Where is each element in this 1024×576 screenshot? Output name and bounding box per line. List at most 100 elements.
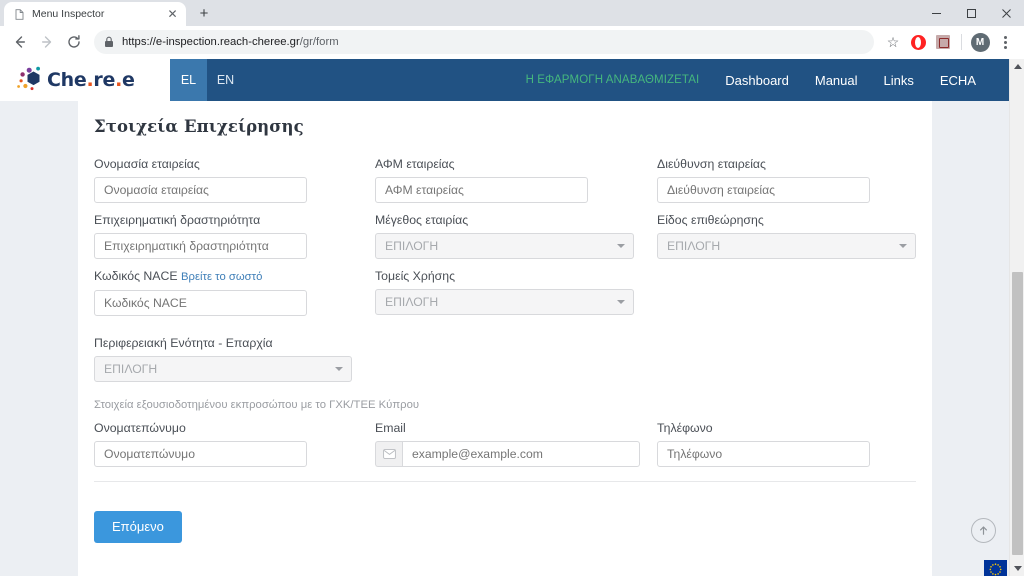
chevron-down-icon (617, 300, 625, 304)
main-nav: Η ΕΦΑΡΜΟΓΗ ΑΝΑΒΑΘΜΙΖΕΤΑΙ Dashboard Manua… (244, 59, 1009, 101)
lang-en[interactable]: EN (207, 59, 244, 101)
browser-tab[interactable]: Menu Inspector ✕ (4, 2, 186, 26)
region-select[interactable]: ΕΠΙΛΟΓΗ (94, 356, 352, 382)
selected-value: ΕΠΙΛΟΓΗ (104, 362, 158, 376)
representative-note: Στοιχεία εξουσιοδοτημένου εκπροσώπου με … (94, 399, 794, 411)
chevron-down-icon (617, 244, 625, 248)
page-scrollbar[interactable] (1009, 59, 1024, 576)
field-label: Κωδικός NACE Βρείτε το σωστό (94, 268, 307, 285)
nace-helper-link[interactable]: Βρείτε το σωστό (181, 271, 262, 283)
field-rep-phone: Τηλέφωνο (657, 420, 870, 467)
page-title: Στοιχεία Επιχείρησης (94, 117, 304, 136)
representative-note-text: Στοιχεία εξουσιοδοτημένου εκπροσώπου με … (94, 399, 420, 411)
chevron-down-icon (335, 367, 343, 371)
url-origin: https://e-inspection.reach-cheree.gr (122, 36, 300, 48)
brand-area: Che.re.e (0, 59, 170, 101)
profile-initial: M (970, 32, 990, 52)
app-header: Che.re.e EL EN Η ΕΦΑΡΜΟΓΗ ΑΝΑΒΑΘΜΙΖΕΤΑΙ … (0, 59, 1009, 101)
close-icon[interactable]: ✕ (166, 7, 179, 21)
envelope-icon (375, 441, 402, 467)
scrollbar-thumb[interactable] (1012, 272, 1023, 555)
logo-part-2: re (93, 69, 116, 91)
field-region: Περιφερειακή Ενότητα - Επαρχία ΕΠΙΛΟΓΗ (94, 335, 352, 382)
field-company-vat: ΑΦΜ εταιρείας (375, 156, 588, 203)
opera-extension-icon[interactable] (906, 30, 930, 54)
toolbar-divider (961, 34, 962, 50)
browser-toolbar: https://e-inspection.reach-cheree.gr/gr/… (0, 26, 1024, 59)
scroll-down-arrow-icon[interactable] (1010, 561, 1024, 576)
pdf-extension-icon[interactable] (931, 30, 955, 54)
site-logo[interactable]: Che.re.e (16, 66, 135, 94)
field-nace-code: Κωδικός NACE Βρείτε το σωστό (94, 268, 307, 316)
field-label: Επιχειρηματική δραστηριότητα (94, 213, 261, 227)
rep-phone-input[interactable] (657, 441, 870, 467)
selected-value: ΕΠΙΛΟΓΗ (385, 239, 439, 253)
three-dot-menu-icon[interactable] (993, 30, 1017, 54)
nav-link-manual[interactable]: Manual (815, 73, 858, 88)
lang-el[interactable]: EL (170, 59, 207, 101)
nav-link-dashboard[interactable]: Dashboard (725, 73, 789, 88)
company-address-input[interactable] (657, 177, 870, 203)
nav-link-echa[interactable]: ECHA (940, 73, 976, 88)
rep-fullname-input[interactable] (94, 441, 307, 467)
arrow-up-icon (977, 524, 990, 537)
use-sectors-select[interactable]: ΕΠΙΛΟΓΗ (375, 289, 634, 315)
chevron-down-icon (899, 244, 907, 248)
tab-strip: Menu Inspector ✕ + (0, 0, 1024, 26)
page-viewport: Che.re.e EL EN Η ΕΦΑΡΜΟΓΗ ΑΝΑΒΑΘΜΙΖΕΤΑΙ … (0, 59, 1024, 576)
molecule-hexagon-logo-icon (16, 66, 46, 94)
scroll-up-arrow-icon[interactable] (1010, 59, 1024, 74)
field-company-address: Διεύθυνση εταιρείας (657, 156, 870, 203)
form-card: Στοιχεία Επιχείρησης Ονομασία εταιρείας … (78, 101, 932, 576)
next-button[interactable]: Επόμενο (94, 511, 182, 543)
back-arrow-icon[interactable] (7, 29, 33, 55)
address-bar[interactable]: https://e-inspection.reach-cheree.gr/gr/… (94, 30, 874, 54)
field-label: Διεύθυνση εταιρείας (657, 157, 766, 171)
field-label: Ονοματεπώνυμο (94, 421, 186, 435)
maximize-icon[interactable] (954, 0, 989, 26)
scroll-to-top-button[interactable] (971, 518, 996, 543)
minimize-icon[interactable] (919, 0, 954, 26)
form-grid: Ονομασία εταιρείας ΑΦΜ εταιρείας Διεύθυν… (94, 156, 916, 556)
url-path: /gr/form (299, 36, 339, 48)
browser-window: Menu Inspector ✕ + https://e-inspection.… (0, 0, 1024, 576)
nace-label-text: Κωδικός NACE (94, 269, 178, 283)
rep-email-input[interactable] (402, 441, 640, 467)
avatar[interactable]: M (968, 30, 992, 54)
company-size-select[interactable]: ΕΠΙΛΟΓΗ (375, 233, 634, 259)
field-label: Τομείς Χρήσης (375, 269, 456, 283)
window-close-icon[interactable] (989, 0, 1024, 26)
field-use-sectors: Τομείς Χρήσης ΕΠΙΛΟΓΗ (375, 268, 634, 315)
lock-icon (104, 36, 114, 48)
tab-title: Menu Inspector (32, 8, 105, 20)
selected-value: ΕΠΙΛΟΓΗ (385, 295, 439, 309)
business-activity-input[interactable] (94, 233, 307, 259)
page-icon (14, 8, 25, 20)
company-name-input[interactable] (94, 177, 307, 203)
field-label: Μέγεθος εταιρίας (375, 213, 469, 227)
field-label: Περιφερειακή Ενότητα - Επαρχία (94, 336, 273, 350)
new-tab-button[interactable]: + (193, 3, 215, 25)
logo-part-3: e (121, 69, 135, 91)
field-company-name: Ονομασία εταιρείας (94, 156, 307, 203)
language-switcher: EL EN (170, 59, 244, 101)
logo-part-1: Che (47, 69, 87, 91)
upgrade-notice: Η ΕΦΑΡΜΟΓΗ ΑΝΑΒΑΘΜΙΖΕΤΑΙ (525, 74, 700, 86)
inspection-type-select[interactable]: ΕΠΙΛΟΓΗ (657, 233, 916, 259)
nace-code-input[interactable] (94, 290, 307, 316)
field-rep-fullname: Ονοματεπώνυμο (94, 420, 307, 467)
logo-wordmark: Che.re.e (47, 69, 135, 91)
eu-flag-icon (984, 560, 1007, 576)
selected-value: ΕΠΙΛΟΓΗ (667, 239, 721, 253)
reload-icon[interactable] (61, 29, 87, 55)
forward-arrow-icon[interactable] (34, 29, 60, 55)
window-controls (919, 0, 1024, 26)
form-divider (94, 481, 916, 482)
url-text: https://e-inspection.reach-cheree.gr/gr/… (122, 30, 339, 54)
company-vat-input[interactable] (375, 177, 588, 203)
nav-link-links[interactable]: Links (884, 73, 914, 88)
star-icon[interactable]: ☆ (881, 30, 905, 54)
field-company-size: Μέγεθος εταιρίας ΕΠΙΛΟΓΗ (375, 212, 634, 259)
email-input-group (375, 441, 640, 467)
field-business-activity: Επιχειρηματική δραστηριότητα (94, 212, 307, 259)
